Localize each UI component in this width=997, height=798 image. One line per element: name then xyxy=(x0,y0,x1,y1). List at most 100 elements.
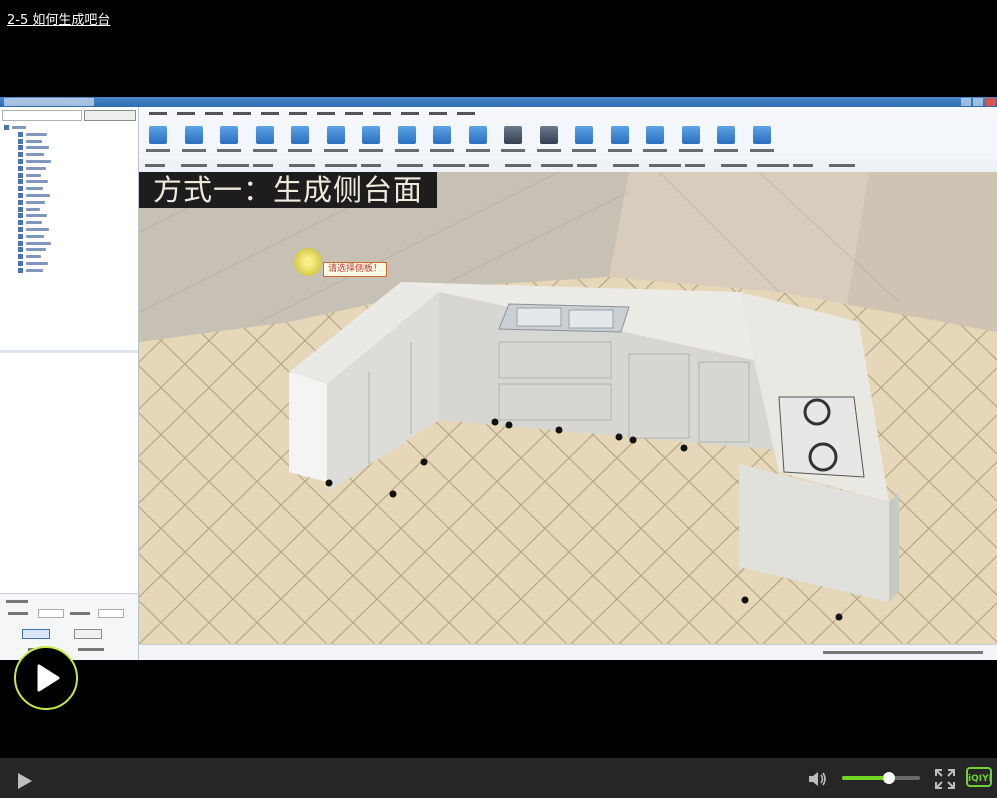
tool-label xyxy=(643,149,667,152)
tool-icon xyxy=(646,126,664,144)
tree-node-icon xyxy=(18,261,23,266)
volume-knob[interactable] xyxy=(882,772,895,784)
tree-node-icon xyxy=(18,193,23,198)
tool-icon xyxy=(681,126,700,144)
status-bar xyxy=(139,644,997,660)
toolbar2-item xyxy=(253,164,273,167)
tree-node-label xyxy=(26,234,44,238)
play-icon xyxy=(37,664,60,692)
3d-viewport: 方式一：生成侧台面 请选择侧板！ xyxy=(139,172,997,644)
tree-node-icon xyxy=(18,186,23,192)
app-screenshot: 方式一：生成侧台面 请选择侧板！ xyxy=(0,97,997,660)
maximize-icon xyxy=(973,98,983,106)
toolbar2-item xyxy=(577,164,597,167)
toolbar2-item xyxy=(613,164,639,167)
prop-input-1 xyxy=(38,609,64,618)
tree-node-label xyxy=(26,248,46,252)
prop-input-2 xyxy=(98,609,124,618)
volume-button[interactable] xyxy=(808,770,828,792)
tree-node-label xyxy=(26,187,43,191)
tree-node-icon xyxy=(18,247,23,253)
toolbar2-item xyxy=(541,164,573,167)
tree-node-icon xyxy=(18,172,23,178)
tool-label xyxy=(217,149,241,152)
panel-divider xyxy=(0,350,138,353)
big-play-button[interactable] xyxy=(14,646,78,710)
fullscreen-button[interactable] xyxy=(934,768,956,794)
tree-node-icon xyxy=(18,199,23,205)
menu-item xyxy=(289,112,307,115)
tree-node-icon xyxy=(18,131,23,137)
step-caption: 方式一：生成侧台面 xyxy=(139,172,438,208)
tree-node-label xyxy=(26,166,46,170)
toolbar2-item xyxy=(181,164,207,167)
tree-node-label xyxy=(26,139,42,143)
toolbar2-item xyxy=(649,164,681,167)
menu-item xyxy=(205,112,223,115)
toolbar2-item xyxy=(289,164,315,167)
toolbar2-item xyxy=(685,164,705,167)
toolbar2-item xyxy=(469,164,489,167)
tree-node-label xyxy=(26,180,48,184)
tree-node-icon xyxy=(18,165,23,171)
tool-label xyxy=(146,149,170,152)
toolbar2-item xyxy=(793,164,813,167)
tool-label xyxy=(323,149,348,152)
toolbar2-item xyxy=(325,164,357,167)
tree-node-icon xyxy=(18,159,23,164)
tool-label xyxy=(430,149,454,152)
menu-item xyxy=(177,112,195,115)
tool-label xyxy=(678,149,703,152)
cancel-button xyxy=(74,629,102,639)
tool-label xyxy=(181,149,206,152)
iqiyi-logo: iQIYI xyxy=(966,767,992,787)
tree-node-icon xyxy=(18,152,23,158)
video-controls: iQIYI xyxy=(0,758,997,798)
tool-icon xyxy=(575,126,593,144)
tree-node-icon xyxy=(4,125,9,130)
play-button[interactable] xyxy=(14,771,34,795)
tool-icon xyxy=(255,126,274,144)
tool-label xyxy=(359,149,383,152)
kitchen-render xyxy=(139,172,997,644)
menu-item xyxy=(261,112,279,115)
tree-node-icon xyxy=(18,254,23,260)
tool-icon xyxy=(539,126,558,144)
product-tree xyxy=(0,123,138,348)
tree-node-label xyxy=(26,214,47,218)
props-label xyxy=(70,612,90,615)
volume-fill xyxy=(842,776,889,780)
tree-node-icon xyxy=(18,240,23,246)
menu-item xyxy=(345,112,363,115)
tree-node-icon xyxy=(18,220,23,226)
toolbar2-item xyxy=(829,164,855,167)
tree-node-label xyxy=(12,126,26,129)
tree-node-icon xyxy=(18,206,23,212)
props-label xyxy=(8,612,28,615)
tool-icon xyxy=(717,126,735,144)
tool-label xyxy=(536,149,561,152)
tool-icon xyxy=(752,126,771,144)
tool-label xyxy=(607,149,632,152)
tree-node-label xyxy=(26,207,40,211)
menu-item xyxy=(457,112,475,115)
toolbar2-item xyxy=(757,164,789,167)
toolbar2-item xyxy=(433,164,465,167)
tool-icon xyxy=(504,126,522,144)
tool-label xyxy=(501,149,525,152)
tool-label xyxy=(394,149,419,152)
volume-slider[interactable] xyxy=(842,772,920,784)
search-input xyxy=(2,110,82,121)
tool-icon xyxy=(362,126,380,144)
secondary-toolbar xyxy=(139,159,997,173)
toolbar2-item xyxy=(505,164,531,167)
tree-node-label xyxy=(26,268,43,272)
tool-label xyxy=(714,149,738,152)
menu-item xyxy=(373,112,391,115)
tool-icon xyxy=(220,126,238,144)
app-titlebar xyxy=(0,97,997,107)
tree-node-label xyxy=(26,160,51,163)
status-text xyxy=(823,651,983,654)
tree-node-label xyxy=(26,200,45,204)
tree-node-icon xyxy=(18,179,23,185)
